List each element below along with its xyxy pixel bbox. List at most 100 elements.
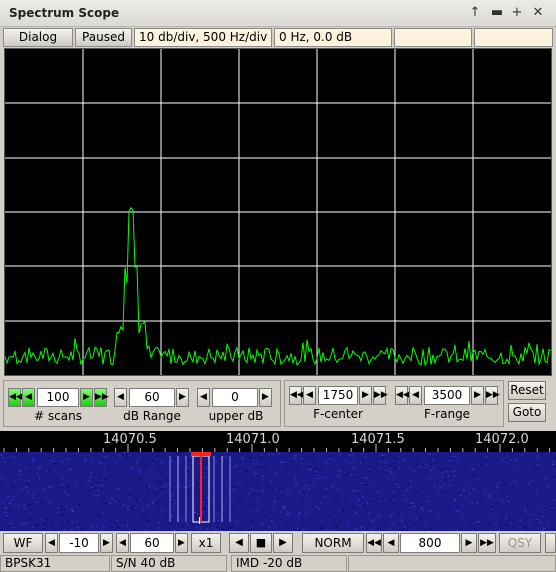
waterfall-noise bbox=[361, 480, 363, 482]
fcenter-value[interactable]: 1750 bbox=[318, 386, 358, 405]
waterfall-noise bbox=[504, 518, 507, 520]
scans-fast-decrement-button[interactable]: ◀◀ bbox=[8, 388, 23, 407]
fcenter-decrement-button[interactable]: ◀ bbox=[303, 386, 316, 405]
waterfall-noise bbox=[73, 512, 75, 514]
waterfall-noise bbox=[66, 521, 69, 523]
waterfall-noise bbox=[101, 512, 104, 514]
waterfall-noise bbox=[203, 508, 206, 510]
shade-icon[interactable]: ▬ bbox=[490, 5, 504, 21]
forward-button[interactable]: ▶ bbox=[273, 533, 293, 553]
frange-value[interactable]: 3500 bbox=[424, 386, 470, 405]
freq-value[interactable]: 800 bbox=[400, 533, 460, 553]
waterfall-noise bbox=[475, 521, 478, 523]
scans-fast-increment-button[interactable]: ▶▶ bbox=[94, 388, 109, 407]
range-decrement-button[interactable]: ◀ bbox=[116, 533, 129, 553]
goto-button[interactable]: Goto bbox=[508, 403, 546, 422]
waterfall-noise bbox=[67, 458, 70, 460]
waterfall-noise bbox=[480, 464, 483, 466]
waterfall-noise bbox=[529, 525, 532, 527]
waterfall-noise bbox=[238, 497, 241, 499]
qsy-button[interactable]: QSY bbox=[499, 533, 541, 553]
waterfall-noise bbox=[140, 519, 143, 521]
freq-decrement-button[interactable]: ◀ bbox=[383, 533, 399, 553]
freq-fast-increment-button[interactable]: ▶▶ bbox=[478, 533, 496, 553]
waterfall-noise bbox=[488, 474, 491, 476]
upper-db-decrement-button[interactable]: ◀ bbox=[197, 388, 210, 407]
waterfall-noise bbox=[206, 498, 209, 499]
upper-db-value[interactable]: 0 bbox=[212, 388, 258, 407]
waterfall-noise bbox=[193, 512, 196, 513]
waterfall-noise bbox=[14, 521, 17, 523]
freq-fast-decrement-button[interactable]: ◀◀ bbox=[366, 533, 382, 553]
waterfall-noise bbox=[10, 499, 13, 501]
maximize-icon[interactable]: + bbox=[510, 5, 524, 21]
waterfall-noise bbox=[539, 522, 542, 524]
wf-button[interactable]: WF bbox=[3, 533, 43, 553]
db-range-value[interactable]: 60 bbox=[129, 388, 175, 407]
waterfall-noise bbox=[160, 488, 163, 489]
fcenter-fast-decrement-button[interactable]: ◀◀ bbox=[289, 386, 304, 405]
waterfall-noise bbox=[160, 462, 163, 464]
reset-button[interactable]: Reset bbox=[508, 381, 546, 400]
scans-increment-button[interactable]: ▶ bbox=[80, 388, 93, 407]
upper-db-increment-button[interactable]: ▶ bbox=[259, 388, 272, 407]
scans-decrement-button[interactable]: ◀ bbox=[22, 388, 35, 407]
mode-status[interactable]: BPSK31 bbox=[0, 555, 110, 572]
offset-value[interactable]: -10 bbox=[59, 533, 99, 553]
range-increment-button[interactable]: ▶ bbox=[175, 533, 188, 553]
fcenter-fast-increment-button[interactable]: ▶▶ bbox=[373, 386, 388, 405]
waterfall-noise bbox=[298, 513, 301, 515]
waterfall-noise bbox=[102, 459, 105, 461]
waterfall-noise bbox=[161, 509, 164, 511]
scans-value[interactable]: 100 bbox=[37, 388, 79, 407]
waterfall-noise bbox=[13, 505, 16, 507]
fcenter-increment-button[interactable]: ▶ bbox=[359, 386, 372, 405]
waterfall-noise bbox=[46, 470, 48, 472]
frange-fast-decrement-button[interactable]: ◀◀ bbox=[395, 386, 410, 405]
waterfall-noise bbox=[170, 499, 173, 501]
waterfall-noise bbox=[1, 483, 3, 485]
freq-label-14072-0: 14072.0 bbox=[475, 432, 529, 447]
waterfall-noise bbox=[273, 501, 276, 503]
waterfall-noise bbox=[144, 519, 147, 521]
norm-button[interactable]: NORM bbox=[302, 533, 364, 553]
db-range-decrement-button[interactable]: ◀ bbox=[114, 388, 127, 407]
offset-increment-button[interactable]: ▶ bbox=[100, 533, 113, 553]
waterfall-noise bbox=[395, 467, 397, 469]
waterfall-noise bbox=[351, 507, 354, 509]
waterfall-noise bbox=[126, 506, 129, 507]
extra-button[interactable] bbox=[545, 533, 556, 553]
frange-increment-button[interactable]: ▶ bbox=[471, 386, 484, 405]
freq-increment-button[interactable]: ▶ bbox=[461, 533, 477, 553]
waterfall-noise bbox=[521, 454, 524, 456]
pin-icon[interactable]: ↑ bbox=[468, 5, 482, 21]
waterfall-noise bbox=[43, 488, 46, 490]
waterfall-noise bbox=[401, 514, 404, 516]
waterfall-noise bbox=[318, 478, 321, 480]
waterfall-noise bbox=[151, 503, 154, 505]
frequency-controls-group: ◀◀ ◀ 1750 ▶ ▶▶ F-center ◀◀ ◀ 3500 ▶ ▶▶ F… bbox=[284, 380, 504, 427]
waterfall-noise bbox=[69, 469, 72, 470]
paused-button[interactable]: Paused bbox=[75, 28, 132, 47]
waterfall-display[interactable]: I bbox=[0, 452, 556, 531]
waterfall-noise bbox=[123, 452, 126, 454]
dialog-button[interactable]: Dialog bbox=[3, 28, 73, 47]
offset-decrement-button[interactable]: ◀ bbox=[45, 533, 58, 553]
stop-button[interactable]: ■ bbox=[250, 533, 272, 553]
zoom-button[interactable]: x1 bbox=[191, 533, 221, 553]
waterfall-noise bbox=[514, 459, 517, 461]
close-icon[interactable]: ✕ bbox=[531, 5, 545, 21]
waterfall-noise bbox=[463, 490, 466, 492]
rewind-button[interactable]: ◀ bbox=[229, 533, 249, 553]
waterfall-noise bbox=[205, 467, 208, 469]
db-range-increment-button[interactable]: ▶ bbox=[176, 388, 189, 407]
waterfall-noise bbox=[391, 514, 394, 516]
waterfall-noise bbox=[216, 513, 219, 515]
waterfall-noise bbox=[520, 457, 523, 458]
frange-fast-increment-button[interactable]: ▶▶ bbox=[485, 386, 500, 405]
waterfall-noise bbox=[242, 504, 245, 506]
waterfall-noise bbox=[498, 529, 501, 531]
range-value[interactable]: 60 bbox=[130, 533, 174, 553]
frange-decrement-button[interactable]: ◀ bbox=[409, 386, 422, 405]
spectrum-plot[interactable] bbox=[4, 48, 552, 376]
